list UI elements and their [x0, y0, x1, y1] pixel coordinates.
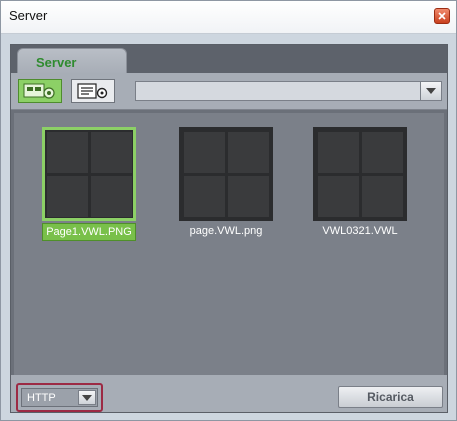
chevron-down-icon	[82, 395, 92, 401]
protocol-select[interactable]: HTTP	[21, 388, 98, 407]
list-settings-button[interactable]	[71, 79, 115, 103]
title-bar: Server	[1, 1, 456, 34]
thumbnail-view-icon	[23, 83, 55, 99]
file-item[interactable]: Page1.VWL.PNG	[37, 127, 141, 241]
file-name: page.VWL.png	[189, 225, 263, 237]
protocol-dropdown-button[interactable]	[78, 390, 96, 405]
close-button[interactable]	[434, 8, 450, 24]
protocol-highlight: HTTP	[16, 383, 103, 412]
file-thumbnail-icon	[313, 127, 407, 221]
server-window: Server Server Page1.VWL.PNG page.VWL.png…	[0, 0, 457, 421]
file-thumbnail-icon	[42, 127, 136, 221]
tab-server[interactable]: Server	[17, 48, 127, 74]
list-settings-icon	[77, 83, 108, 99]
protocol-value: HTTP	[27, 392, 56, 404]
file-item[interactable]: VWL0321.VWL	[308, 127, 412, 239]
footer-bar: HTTP Ricarica	[11, 375, 447, 412]
chevron-down-icon	[426, 88, 436, 94]
close-icon	[438, 12, 446, 20]
file-name: Page1.VWL.PNG	[42, 223, 136, 241]
thumbnail-view-button[interactable]	[18, 79, 62, 103]
server-panel: Server Page1.VWL.PNG page.VWL.png VWL032…	[10, 44, 448, 413]
window-title: Server	[9, 8, 48, 23]
address-dropdown-button[interactable]	[420, 82, 441, 100]
address-combobox[interactable]	[135, 81, 442, 101]
file-thumbnail-icon	[179, 127, 273, 221]
file-name: VWL0321.VWL	[322, 225, 398, 237]
toolbar	[11, 73, 447, 110]
file-browser-area: Page1.VWL.PNG page.VWL.png VWL0321.VWL	[14, 113, 444, 375]
reload-button[interactable]: Ricarica	[338, 386, 443, 408]
tab-server-label: Server	[36, 55, 77, 70]
file-item[interactable]: page.VWL.png	[174, 127, 278, 239]
